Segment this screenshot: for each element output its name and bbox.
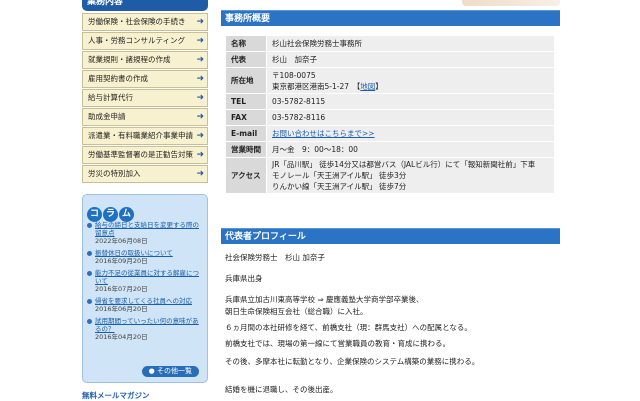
arrow-right-icon: ➜ bbox=[196, 55, 204, 65]
column-date: 2016年09月20日 bbox=[95, 257, 148, 265]
bullet-icon bbox=[87, 271, 92, 276]
mail-magazine-heading[interactable]: 無料メールマガジン bbox=[82, 390, 150, 401]
table-row: FAX 03-5782-8116 bbox=[225, 109, 555, 126]
column-link[interactable]: 試用期間っていったい何の意味があるの？ bbox=[95, 317, 203, 333]
column-link[interactable]: 振替休日の取扱いについて bbox=[95, 249, 203, 257]
profile-heading: 代表者プロフィール bbox=[221, 228, 560, 244]
table-row: アクセス JR「品川駅」 徒歩14分又は都営バス（JALビル行）にて「報知新聞社… bbox=[225, 157, 555, 194]
menu-item-subsidy[interactable]: 助成金申請 ➜ bbox=[82, 108, 208, 126]
menu-item-payroll[interactable]: 給与計算代行 ➜ bbox=[82, 89, 208, 107]
map-link[interactable]: 地図 bbox=[360, 82, 375, 91]
bullet-icon bbox=[87, 251, 92, 256]
contact-link[interactable]: お問い合わせはこちらまで>> bbox=[272, 129, 375, 138]
list-item: 帰省を要求してくる社員への対応 2016年06月20日 bbox=[87, 297, 203, 314]
bullet-icon bbox=[87, 319, 92, 324]
arrow-right-icon: ➜ bbox=[196, 169, 204, 179]
menu-item-special-enrollment[interactable]: 労災の特別加入 ➜ bbox=[82, 165, 208, 183]
bullet-icon bbox=[87, 299, 92, 304]
menu-item-labor-inspection[interactable]: 労働基準監督署の是正勧告対策 ➜ bbox=[82, 146, 208, 164]
table-row: 所在地 〒108-0075 東京都港区港南5-1-27 【地図】 bbox=[225, 67, 555, 94]
office-overview-heading: 事務所概要 bbox=[221, 10, 560, 26]
table-row: E-mail お問い合わせはこちらまで>> bbox=[225, 125, 555, 142]
column-date: 2016年07月20日 bbox=[95, 285, 148, 293]
arrow-right-icon: ➜ bbox=[196, 150, 204, 160]
bullet-icon bbox=[87, 223, 92, 228]
table-row: TEL 03-5782-8115 bbox=[225, 93, 555, 110]
arrow-right-icon: ➜ bbox=[196, 36, 204, 46]
header-decoration bbox=[462, 0, 560, 6]
column-date: 2022年06月08日 bbox=[95, 237, 148, 245]
menu-item-employment-contract[interactable]: 雇用契約書の作成 ➜ bbox=[82, 70, 208, 88]
table-row: 営業時間 月〜金 9：00〜18：00 bbox=[225, 141, 555, 158]
column-box: コラム 給与の締日と支給日を変更する際の留意点 2022年06月08日 振替休日の… bbox=[82, 194, 208, 383]
column-link[interactable]: 帰省を要求してくる社員への対応 bbox=[95, 297, 203, 305]
menu-item-hr-consulting[interactable]: 人事・労務コンサルティング ➜ bbox=[82, 32, 208, 50]
column-more-button[interactable]: ● その他一覧 bbox=[141, 366, 199, 377]
arrow-right-icon: ➜ bbox=[196, 74, 204, 84]
table-row: 代表 杉山 加奈子 bbox=[225, 51, 555, 68]
list-item: 振替休日の取扱いについて 2016年09月20日 bbox=[87, 249, 203, 266]
office-info-table: 名称 杉山社会保険労務士事務所 代表 杉山 加奈子 所在地 〒108-0075 東… bbox=[225, 35, 555, 194]
column-title: コラム bbox=[87, 201, 135, 222]
arrow-right-icon: ➜ bbox=[196, 112, 204, 122]
list-item: 給与の締日と支給日を変更する際の留意点 2022年06月08日 bbox=[87, 221, 203, 246]
list-item: 試用期間っていったい何の意味があるの？ 2016年04月20日 bbox=[87, 317, 203, 342]
column-date: 2016年04月20日 bbox=[95, 333, 148, 341]
services-menu: 労働保険・社会保険の手続き ➜ 人事・労務コンサルティング ➜ 就業規則・諸規程の作… bbox=[82, 13, 208, 184]
arrow-right-icon: ➜ bbox=[196, 131, 204, 141]
menu-item-dispatch-business[interactable]: 派遣業・有料職業紹介事業申請 ➜ bbox=[82, 127, 208, 145]
column-date: 2016年06月20日 bbox=[95, 305, 148, 313]
services-menu-title: 業務内容 bbox=[82, 0, 208, 11]
column-link[interactable]: 能力不足の従業員に対する解雇について bbox=[95, 269, 203, 285]
arrow-right-icon: ➜ bbox=[196, 93, 204, 103]
menu-item-social-insurance[interactable]: 労働保険・社会保険の手続き ➜ bbox=[82, 13, 208, 31]
table-row: 名称 杉山社会保険労務士事務所 bbox=[225, 35, 555, 52]
column-list: 給与の締日と支給日を変更する際の留意点 2022年06月08日 振替休日の取扱いに… bbox=[87, 221, 203, 345]
column-link[interactable]: 給与の締日と支給日を変更する際の留意点 bbox=[95, 221, 203, 237]
arrow-right-icon: ➜ bbox=[196, 17, 204, 27]
sidebar: 業務内容 労働保険・社会保険の手続き ➜ 人事・労務コンサルティング ➜ 就業規則・… bbox=[0, 0, 212, 400]
menu-item-work-rules[interactable]: 就業規則・諸規程の作成 ➜ bbox=[82, 51, 208, 69]
list-item: 能力不足の従業員に対する解雇について 2016年07月20日 bbox=[87, 269, 203, 294]
